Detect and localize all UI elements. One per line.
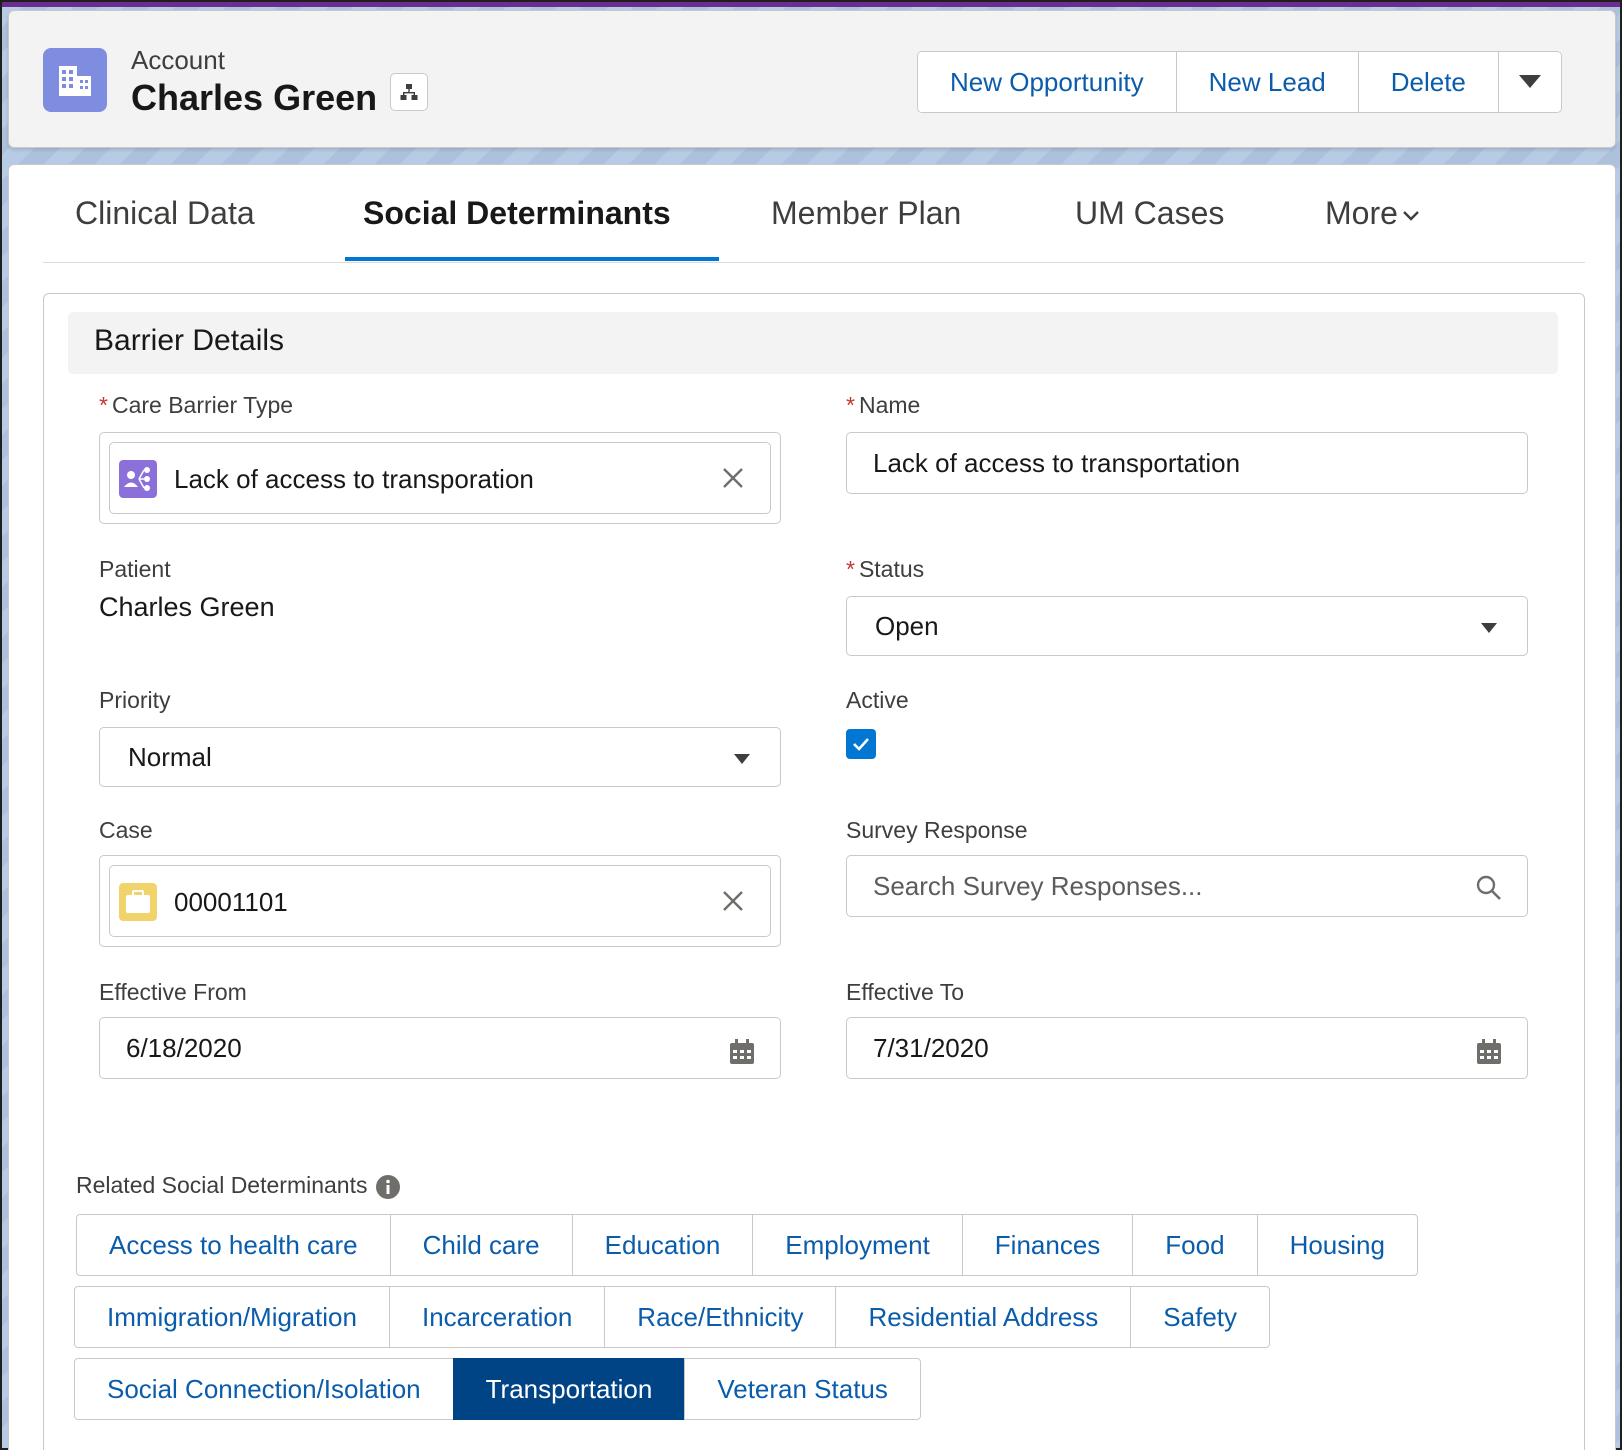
name-input[interactable]: Lack of access to transportation (846, 432, 1528, 494)
determinant-chip-veteran-status[interactable]: Veteran Status (684, 1358, 921, 1420)
survey-response-placeholder: Search Survey Responses... (873, 871, 1203, 901)
effective-to-label: Effective To (846, 979, 965, 1005)
app-frame: Account Charles Green New Opportunity Ne… (0, 0, 1622, 1450)
case-briefcase-icon (119, 883, 157, 921)
section-header[interactable]: Barrier Details (68, 312, 1558, 374)
case-value: 00001101 (174, 887, 288, 917)
priority-value: Normal (128, 742, 212, 772)
determinant-chip-residential-address[interactable]: Residential Address (835, 1286, 1132, 1348)
care-barrier-type-label: * Care Barrier Type (99, 392, 294, 418)
record-body: Clinical Data Social Determinants Member… (8, 164, 1616, 1450)
header-actions: New Opportunity New Lead Delete (917, 51, 1562, 113)
related-social-determinants-label: Related Social Determinants (76, 1172, 401, 1200)
search-icon (1476, 875, 1501, 900)
determinant-chip-employment[interactable]: Employment (752, 1214, 963, 1276)
calendar-icon[interactable] (1475, 1038, 1503, 1066)
determinant-chip-immigration-migration[interactable]: Immigration/Migration (74, 1286, 390, 1348)
survey-response-label: Survey Response (846, 817, 1028, 843)
caret-down-icon (1518, 75, 1541, 88)
status-label: * Status (846, 556, 925, 582)
chevron-down-icon (1403, 210, 1419, 221)
determinant-chip-education[interactable]: Education (571, 1214, 754, 1276)
close-icon[interactable] (720, 465, 746, 491)
required-marker: * (846, 556, 855, 582)
determinant-chip-access-to-health-care[interactable]: Access to health care (76, 1214, 391, 1276)
care-barrier-icon (119, 460, 157, 498)
case-pill[interactable]: 00001101 (109, 865, 771, 937)
delete-button[interactable]: Delete (1358, 52, 1499, 112)
active-checkbox[interactable] (846, 729, 876, 759)
caret-down-icon (1481, 623, 1497, 633)
active-tab-indicator (345, 257, 719, 261)
patient-value: Charles Green (99, 592, 275, 622)
tab-more[interactable]: More (1325, 195, 1420, 263)
determinant-chip-food[interactable]: Food (1132, 1214, 1258, 1276)
effective-from-input[interactable]: 6/18/2020 (99, 1017, 781, 1079)
patient-label: Patient (99, 556, 171, 582)
caret-down-icon (734, 754, 750, 764)
survey-response-search[interactable]: Search Survey Responses... (846, 855, 1528, 917)
hierarchy-icon (400, 84, 418, 100)
tab-clinical-data[interactable]: Clinical Data (75, 195, 255, 263)
status-value: Open (875, 611, 939, 641)
related-chips-row-2: Immigration/Migration Incarceration Race/E… (74, 1286, 1271, 1348)
calendar-icon[interactable] (728, 1038, 756, 1066)
more-actions-button[interactable] (1498, 52, 1561, 112)
new-lead-button[interactable]: New Lead (1176, 52, 1359, 112)
related-chips-row-3: Social Connection/Isolation Transportatio… (74, 1358, 921, 1420)
view-hierarchy-button[interactable] (390, 73, 428, 111)
priority-select[interactable]: Normal (99, 727, 781, 787)
determinant-chip-finances[interactable]: Finances (961, 1214, 1134, 1276)
tab-member-plan[interactable]: Member Plan (771, 195, 961, 263)
priority-label: Priority (99, 687, 171, 713)
account-icon (43, 48, 107, 112)
determinant-chip-social-connection-isolation[interactable]: Social Connection/Isolation (74, 1358, 454, 1420)
object-label: Account (131, 45, 225, 75)
case-lookup: 00001101 (99, 855, 781, 947)
status-select[interactable]: Open (846, 596, 1528, 656)
barrier-details-panel: Barrier Details *Care Barrier Type Lack (43, 293, 1585, 1450)
name-value: Lack of access to transportation (873, 448, 1241, 478)
tab-bar: Clinical Data Social Determinants Member… (43, 165, 1585, 263)
determinant-chip-safety[interactable]: Safety (1130, 1286, 1271, 1348)
effective-to-value: 7/31/2020 (873, 1033, 989, 1063)
record-name: Charles Green (131, 77, 378, 118)
required-marker: * (846, 392, 855, 418)
active-label: Active (846, 687, 909, 713)
info-icon[interactable] (375, 1174, 401, 1200)
determinant-chip-race-ethnicity[interactable]: Race/Ethnicity (604, 1286, 837, 1348)
section-title: Barrier Details (94, 324, 285, 357)
related-chips-row-1: Access to health care Child care Education… (76, 1214, 1418, 1276)
case-label: Case (99, 817, 153, 843)
determinant-chip-incarceration[interactable]: Incarceration (388, 1286, 606, 1348)
tab-social-determinants[interactable]: Social Determinants (363, 195, 671, 263)
tab-um-cases[interactable]: UM Cases (1075, 195, 1224, 263)
checkmark-icon (853, 738, 869, 751)
name-label: * Name (846, 392, 921, 418)
record-header: Account Charles Green New Opportunity Ne… (8, 10, 1616, 148)
determinant-chip-child-care[interactable]: Child care (389, 1214, 573, 1276)
determinant-chip-transportation[interactable]: Transportation (452, 1358, 686, 1420)
effective-to-input[interactable]: 7/31/2020 (846, 1017, 1528, 1079)
required-marker: * (99, 392, 108, 418)
close-icon[interactable] (720, 888, 746, 914)
care-barrier-type-pill[interactable]: Lack of access to transporation (109, 442, 771, 514)
determinant-chip-housing[interactable]: Housing (1256, 1214, 1418, 1276)
effective-from-value: 6/18/2020 (126, 1033, 242, 1063)
care-barrier-type-lookup: Lack of access to transporation (99, 432, 781, 524)
new-opportunity-button[interactable]: New Opportunity (918, 52, 1177, 112)
care-barrier-type-value: Lack of access to transporation (174, 464, 534, 494)
tab-more-label: More (1325, 195, 1398, 231)
top-accent-bar (2, 2, 1620, 7)
effective-from-label: Effective From (99, 979, 247, 1005)
